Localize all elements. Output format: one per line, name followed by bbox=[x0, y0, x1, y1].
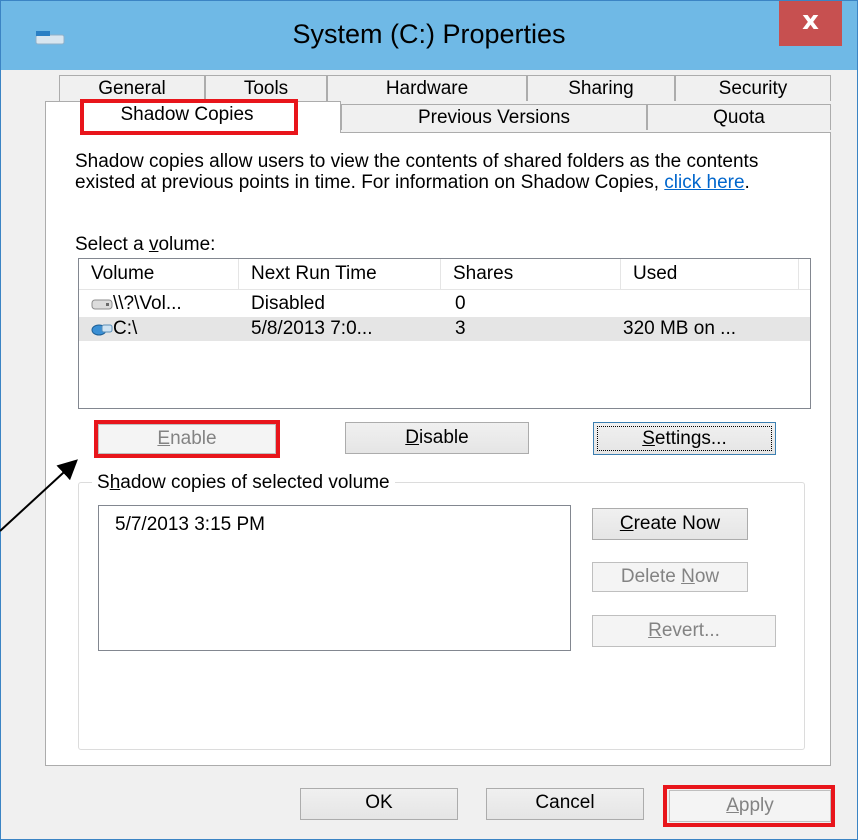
annotation-arrow bbox=[0, 459, 78, 532]
